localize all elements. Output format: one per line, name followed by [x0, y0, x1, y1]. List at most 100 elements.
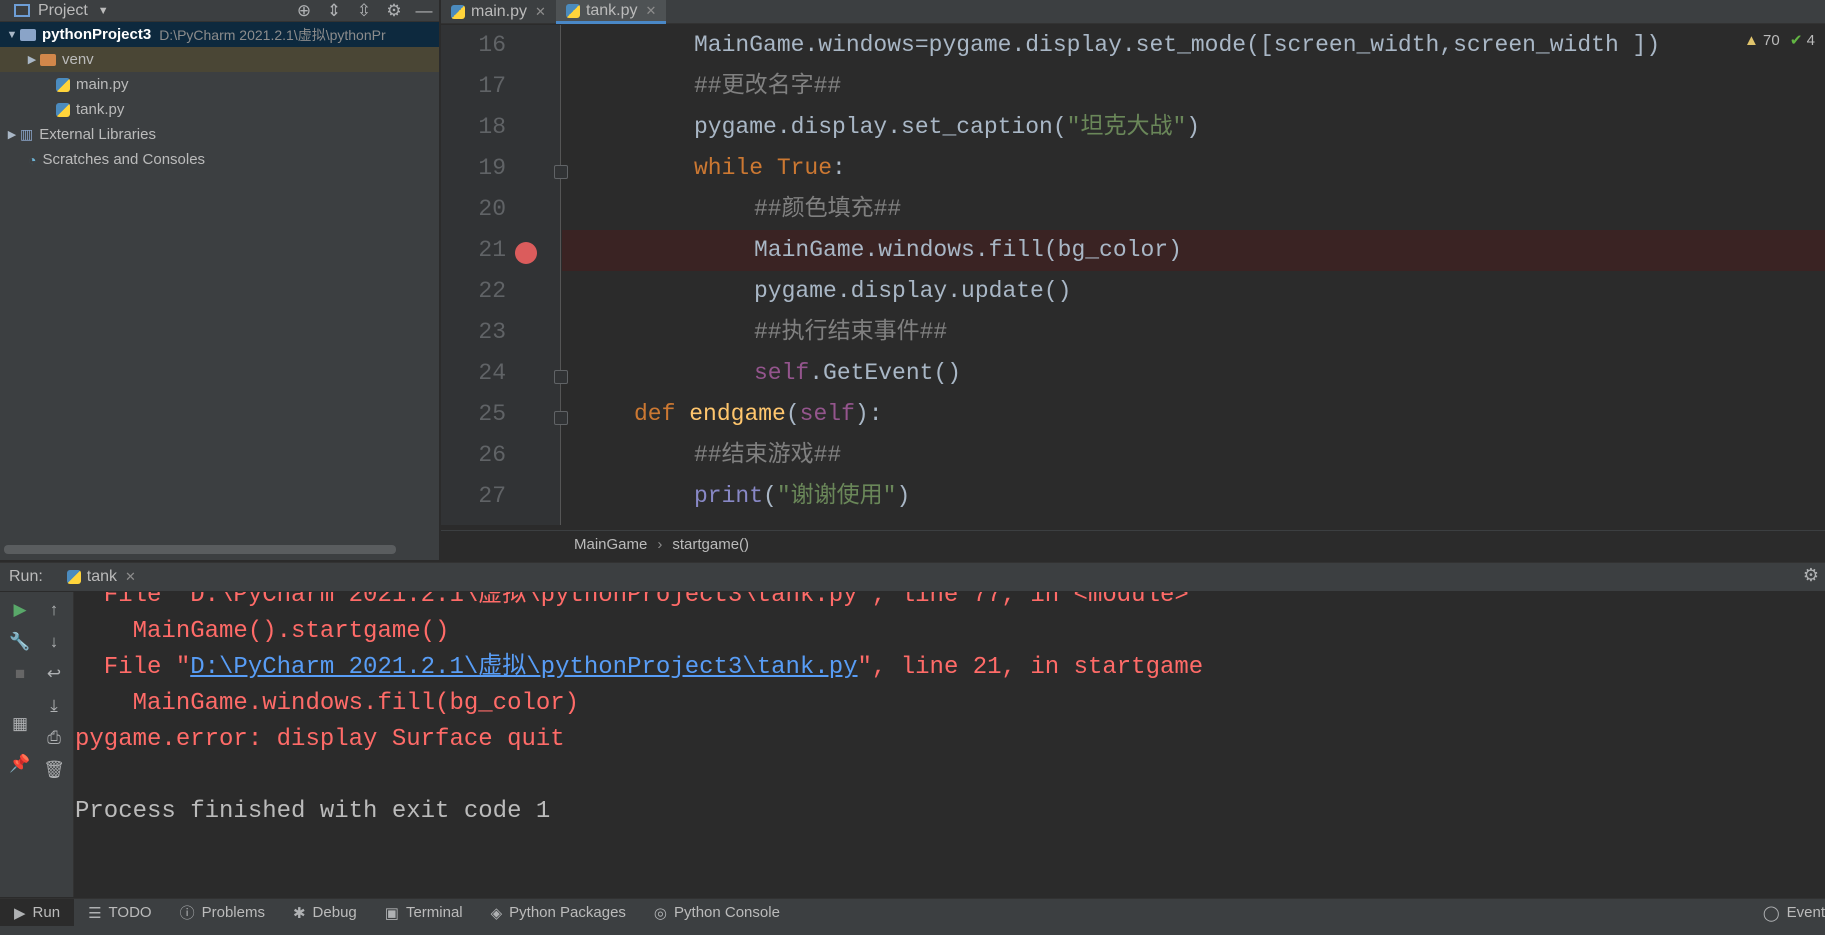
- run-tab-tank[interactable]: tank ✕: [61, 563, 142, 592]
- console-line: MainGame.windows.fill(bg_color): [75, 690, 580, 717]
- toolwindow-python-console[interactable]: ◎ Python Console: [640, 899, 794, 927]
- tree-item-pythonproject3[interactable]: ▼ pythonProject3 D:\PyCharm 2021.2.1\虚拟\…: [0, 22, 439, 47]
- bug-icon: ✱: [292, 904, 306, 922]
- chevron-down-icon[interactable]: ▼: [98, 5, 109, 17]
- wrench-icon[interactable]: 🔧: [8, 632, 32, 652]
- scratches-icon: ◔: [28, 151, 37, 168]
- code-line-27: print("谢谢使用"): [562, 476, 1825, 517]
- editor-gutter[interactable]: 16 17 18 19 20 21 22 23 24 25 26 27: [441, 25, 568, 525]
- horizontal-scrollbar[interactable]: [4, 545, 396, 554]
- code-comment: ##结束游戏##: [694, 442, 842, 468]
- code-editor[interactable]: 16 17 18 19 20 21 22 23 24 25 26 27 Main…: [441, 25, 1825, 525]
- run-panel-label: Run:: [9, 568, 43, 585]
- python-file-icon: [565, 3, 580, 18]
- toolwindow-event-log[interactable]: ◯ Event: [1749, 899, 1825, 927]
- close-icon[interactable]: ✕: [125, 569, 136, 585]
- toolwindow-label: Terminal: [405, 904, 463, 921]
- line-number: 25: [478, 401, 506, 427]
- breadcrumb-item-method[interactable]: startgame(): [672, 536, 749, 553]
- print-icon[interactable]: ⎙: [42, 728, 66, 748]
- toolwindow-problems[interactable]: ⓘ Problems: [166, 899, 279, 927]
- console-line: File "D:\PyCharm 2021.2.1\虚拟\pythonProje…: [75, 650, 1825, 686]
- code-text: .GetEvent(): [809, 360, 962, 386]
- inspection-widget[interactable]: ▲ 70 ✔ 4: [1744, 31, 1815, 49]
- chevron-right-icon[interactable]: ▶: [24, 53, 40, 66]
- code-text: MainGame.windows.fill(bg_color): [754, 237, 1182, 263]
- code-comment: ##更改名字##: [694, 73, 842, 99]
- file-link[interactable]: D:\PyCharm 2021.2.1\虚拟\pythonProject3\ta…: [190, 654, 857, 681]
- gear-icon[interactable]: ⚙: [379, 1, 409, 21]
- arrow-up-icon[interactable]: ↑: [42, 600, 66, 620]
- minimize-icon[interactable]: —: [409, 1, 439, 21]
- tree-item-main-py[interactable]: main.py: [0, 72, 439, 97]
- info-icon: ⓘ: [179, 905, 195, 922]
- breadcrumb: MainGame › startgame(): [441, 530, 1825, 558]
- project-header: Project ▼ ⊕ ⇕ ⇳ ⚙ —: [0, 0, 439, 22]
- console-line: File "D:\PyCharm 2021.2.1\虚拟\pythonProje…: [75, 592, 1189, 609]
- code-text: pygame.display.update(): [754, 278, 1072, 304]
- code-text: (: [785, 401, 800, 427]
- tree-item-label: External Libraries: [39, 126, 156, 143]
- code-keyword: while True: [694, 155, 833, 181]
- folder-icon: [40, 53, 56, 66]
- tree-item-venv[interactable]: ▶ venv: [0, 47, 439, 72]
- soft-wrap-icon[interactable]: ↩: [42, 664, 66, 684]
- python-file-icon: [56, 77, 70, 92]
- gear-icon[interactable]: ⚙: [1803, 565, 1819, 586]
- line-number: 20: [478, 196, 506, 222]
- code-comment: ##执行结束事件##: [754, 319, 948, 345]
- check-icon: ✔: [1789, 32, 1803, 49]
- expand-all-icon[interactable]: ⇕: [319, 1, 349, 21]
- close-icon[interactable]: ✕: [535, 4, 546, 20]
- trash-icon[interactable]: 🗑: [42, 760, 66, 780]
- toolwindow-label: Event: [1786, 904, 1825, 921]
- code-comment: ##颜色填充##: [754, 196, 902, 222]
- ok-count: 4: [1806, 32, 1815, 49]
- project-view-selector[interactable]: Project: [38, 2, 88, 20]
- code-line-22: pygame.display.update(): [562, 271, 1825, 312]
- line-number: 18: [478, 114, 506, 140]
- tree-item-external-libraries[interactable]: ▶ ▥ External Libraries: [0, 122, 439, 147]
- locate-icon[interactable]: ⊕: [289, 1, 319, 21]
- toolwindow-todo[interactable]: ☰ TODO: [74, 899, 166, 927]
- chevron-right-icon[interactable]: ▶: [4, 128, 20, 141]
- line-number: 23: [478, 319, 506, 345]
- code-keyword: def: [634, 401, 676, 427]
- tree-item-scratches[interactable]: ◔ Scratches and Consoles: [0, 147, 439, 172]
- tab-tank-py[interactable]: tank.py ✕: [555, 0, 667, 24]
- breakpoint-icon[interactable]: [515, 242, 537, 264]
- scroll-to-end-icon[interactable]: ⤓: [42, 696, 66, 716]
- console-line: Process finished with exit code 1: [75, 798, 551, 825]
- toolwindow-debug[interactable]: ✱ Debug: [279, 899, 371, 927]
- line-number: 26: [478, 442, 506, 468]
- warning-count: 70: [1763, 32, 1780, 49]
- code-text: (: [763, 483, 777, 509]
- tree-item-label: Scratches and Consoles: [42, 151, 206, 168]
- code-string: "坦克大战": [1066, 114, 1187, 140]
- stop-icon[interactable]: ■: [8, 664, 32, 684]
- tab-main-py[interactable]: main.py ✕: [441, 0, 556, 24]
- run-panel-header: Run: tank ✕ ⚙: [0, 562, 1825, 591]
- chevron-down-icon[interactable]: ▼: [4, 29, 20, 41]
- run-console[interactable]: File "D:\PyCharm 2021.2.1\虚拟\pythonProje…: [75, 592, 1825, 897]
- pin-icon[interactable]: 📌: [8, 754, 32, 774]
- arrow-down-icon[interactable]: ↓: [42, 632, 66, 652]
- breadcrumb-item-class[interactable]: MainGame: [574, 536, 647, 553]
- event-log-icon: ◯: [1762, 904, 1780, 922]
- toolwindow-run[interactable]: ▶ Run: [0, 898, 75, 927]
- toolwindow-label: Run: [32, 904, 61, 921]
- project-view-icon[interactable]: [14, 4, 30, 17]
- terminal-icon: ▣: [384, 904, 399, 922]
- close-icon[interactable]: ✕: [646, 3, 657, 19]
- collapse-all-icon[interactable]: ⇳: [349, 1, 379, 21]
- toolwindow-terminal[interactable]: ▣ Terminal: [371, 899, 477, 927]
- toolwindow-python-packages[interactable]: ◈ Python Packages: [477, 899, 640, 927]
- run-tab-label: tank: [86, 568, 118, 585]
- line-number: 17: [478, 73, 506, 99]
- code-line-20: ##颜色填充##: [562, 189, 1825, 230]
- layout-icon[interactable]: ▦: [8, 714, 32, 734]
- code-text: ): [896, 483, 911, 509]
- code-text: :: [832, 155, 846, 181]
- rerun-icon[interactable]: ▶: [8, 600, 32, 620]
- tree-item-tank-py[interactable]: tank.py: [0, 97, 439, 122]
